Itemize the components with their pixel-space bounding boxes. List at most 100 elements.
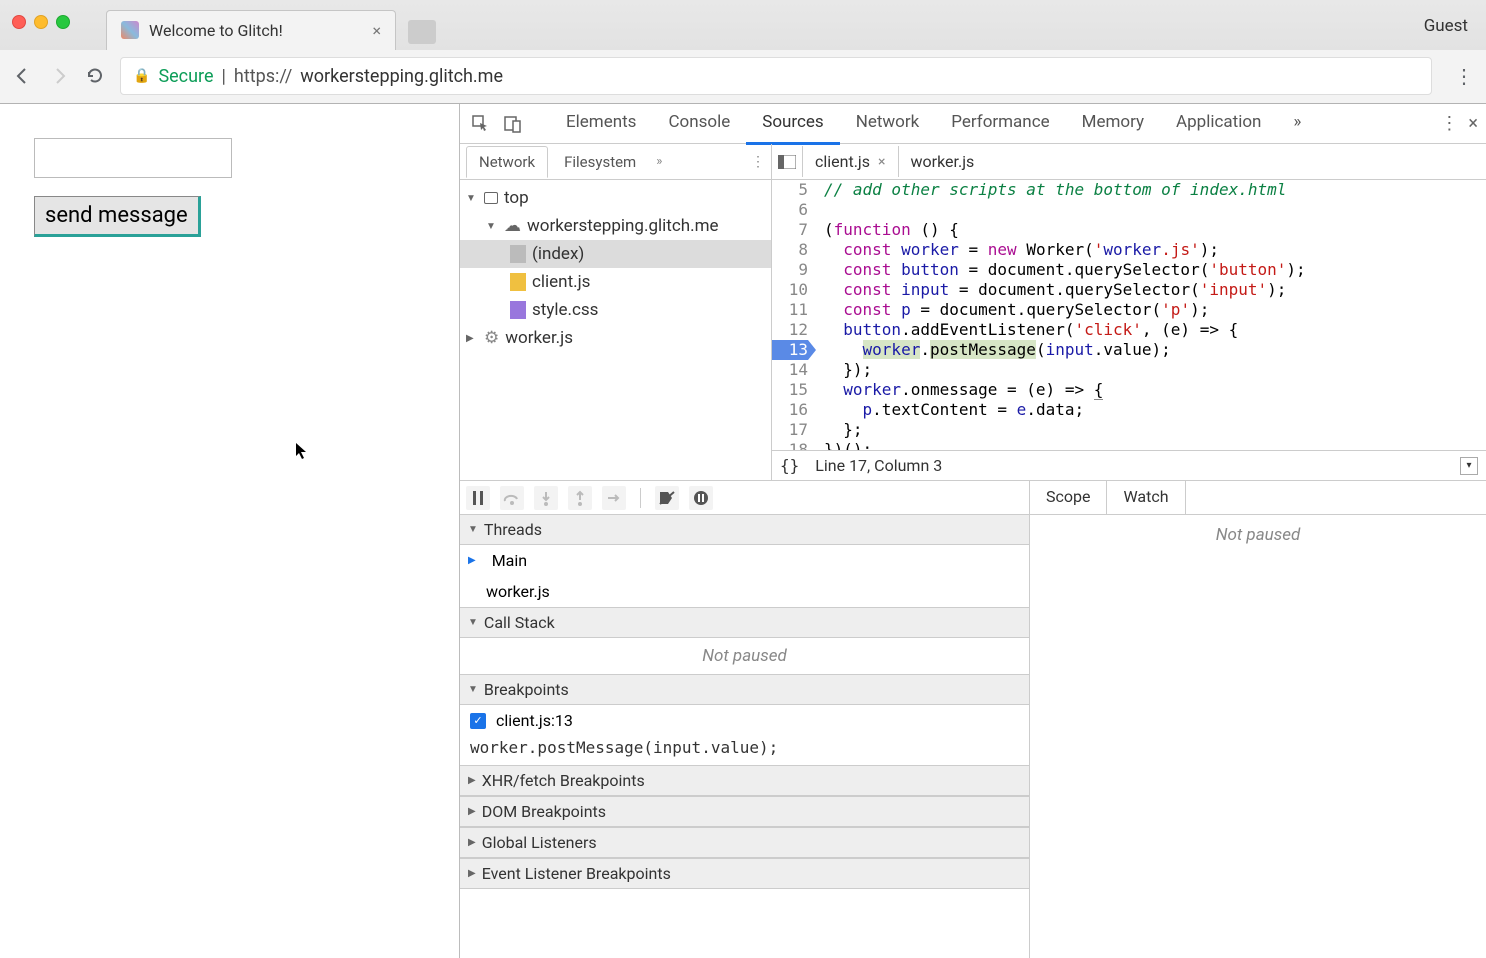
debugger-pane: ▼ Threads Main worker.js ▼ Call Stack No… xyxy=(460,480,1486,958)
minimize-window-icon[interactable] xyxy=(34,15,48,29)
breakpoint-item[interactable]: ✓ client.js:13 xyxy=(460,705,1029,736)
devtools-close-icon[interactable]: × xyxy=(1468,113,1478,134)
tab-elements[interactable]: Elements xyxy=(550,102,652,145)
tab-watch[interactable]: Watch xyxy=(1107,481,1185,514)
coverage-icon[interactable]: ▾ xyxy=(1460,457,1478,475)
dom-breakpoints-header[interactable]: ▶ DOM Breakpoints xyxy=(460,796,1029,827)
more-nav-icon[interactable]: » xyxy=(656,154,662,169)
thread-worker[interactable]: worker.js xyxy=(460,576,1029,607)
breakpoint-location: client.js:13 xyxy=(496,711,573,730)
new-tab-button[interactable] xyxy=(408,20,436,44)
cloud-icon: ☁ xyxy=(504,216,521,236)
tab-application[interactable]: Application xyxy=(1160,102,1277,145)
editor-status-bar: {} Line 17, Column 3 ▾ xyxy=(772,450,1486,480)
close-tab-icon[interactable]: × xyxy=(878,154,885,170)
tab-console[interactable]: Console xyxy=(652,102,746,145)
tree-file-stylecss[interactable]: style.css xyxy=(460,296,771,324)
window-controls xyxy=(12,15,70,29)
browser-chrome: Welcome to Glitch! × Guest 🔒 Secure | ht… xyxy=(0,0,1486,104)
devtools-panel: Elements Console Sources Network Perform… xyxy=(460,104,1486,958)
scope-body: Not paused xyxy=(1030,515,1486,958)
caret-right-icon: ▶ xyxy=(468,837,476,848)
navigator-tabs: Network Filesystem » ⋮ xyxy=(460,144,771,180)
tab-sources[interactable]: Sources xyxy=(746,102,839,145)
send-message-button[interactable]: send message xyxy=(34,196,201,237)
tree-domain[interactable]: ▼ ☁ workerstepping.glitch.me xyxy=(460,212,771,240)
gear-icon: ⚙ xyxy=(484,328,499,348)
tree-label: style.css xyxy=(532,300,598,320)
section-label: Event Listener Breakpoints xyxy=(482,864,671,883)
scope-not-paused: Not paused xyxy=(1216,525,1301,545)
pause-on-exceptions-button[interactable] xyxy=(689,486,713,510)
caret-down-icon: ▼ xyxy=(466,193,478,204)
navigator-tab-network[interactable]: Network xyxy=(466,146,548,178)
caret-right-icon: ▶ xyxy=(468,868,476,879)
section-label: Global Listeners xyxy=(482,833,597,852)
tab-network[interactable]: Network xyxy=(840,102,936,145)
toggle-navigator-icon[interactable] xyxy=(772,155,802,169)
tree-worker[interactable]: ▶ ⚙ worker.js xyxy=(460,324,771,352)
device-toolbar-icon[interactable] xyxy=(500,111,526,137)
xhr-breakpoints-header[interactable]: ▶ XHR/fetch Breakpoints xyxy=(460,765,1029,796)
pause-button[interactable] xyxy=(466,486,490,510)
tab-strip: Welcome to Glitch! × Guest xyxy=(0,0,1486,50)
caret-right-icon: ▶ xyxy=(468,775,476,786)
code-content[interactable]: // add other scripts at the bottom of in… xyxy=(814,180,1486,450)
address-bar[interactable]: 🔒 Secure | https://workerstepping.glitch… xyxy=(120,57,1432,95)
url-protocol: https:// xyxy=(234,66,292,87)
tab-close-icon[interactable]: × xyxy=(372,21,381,40)
thread-main[interactable]: Main xyxy=(460,545,1029,576)
line-gutter[interactable]: 56789101112131415161718 xyxy=(772,180,814,450)
browser-menu-icon[interactable]: ⋮ xyxy=(1454,64,1474,88)
cursor-position: Line 17, Column 3 xyxy=(815,456,942,475)
global-listeners-header[interactable]: ▶ Global Listeners xyxy=(460,827,1029,858)
more-tabs-icon[interactable]: » xyxy=(1277,102,1317,145)
reload-button[interactable] xyxy=(84,65,106,87)
editor-tab-clientjs[interactable]: client.js × xyxy=(802,146,899,177)
caret-down-icon: ▼ xyxy=(468,684,478,695)
section-label: Breakpoints xyxy=(484,680,569,699)
tab-memory[interactable]: Memory xyxy=(1066,102,1160,145)
editor-tab-label: worker.js xyxy=(911,152,975,171)
separator xyxy=(640,488,641,508)
breakpoint-checkbox[interactable]: ✓ xyxy=(470,713,486,729)
scope-watch-pane: Scope Watch Not paused xyxy=(1030,481,1486,958)
js-file-icon xyxy=(510,273,526,291)
section-label: Threads xyxy=(484,520,542,539)
tree-label: top xyxy=(504,188,529,208)
deactivate-breakpoints-button[interactable] xyxy=(655,486,679,510)
step-button xyxy=(602,486,626,510)
code-editor[interactable]: 56789101112131415161718 // add other scr… xyxy=(772,180,1486,450)
tree-file-clientjs[interactable]: client.js xyxy=(460,268,771,296)
editor-tab-label: client.js xyxy=(815,152,870,171)
event-listener-breakpoints-header[interactable]: ▶ Event Listener Breakpoints xyxy=(460,858,1029,889)
url-host: workerstepping.glitch.me xyxy=(300,66,503,87)
step-into-button xyxy=(534,486,558,510)
step-over-button xyxy=(500,486,524,510)
navigator-menu-icon[interactable]: ⋮ xyxy=(751,154,765,170)
tab-title: Welcome to Glitch! xyxy=(149,21,283,40)
message-input[interactable] xyxy=(34,138,232,178)
debugger-left: ▼ Threads Main worker.js ▼ Call Stack No… xyxy=(460,481,1030,958)
threads-header[interactable]: ▼ Threads xyxy=(460,515,1029,545)
browser-tab[interactable]: Welcome to Glitch! × xyxy=(106,10,396,50)
back-button[interactable] xyxy=(12,65,34,87)
tree-file-index[interactable]: (index) xyxy=(460,240,771,268)
toolbar: 🔒 Secure | https://workerstepping.glitch… xyxy=(0,50,1486,103)
tree-top[interactable]: ▼ top xyxy=(460,184,771,212)
pretty-print-icon[interactable]: {} xyxy=(780,456,799,475)
close-window-icon[interactable] xyxy=(12,15,26,29)
maximize-window-icon[interactable] xyxy=(56,15,70,29)
navigator-tab-filesystem[interactable]: Filesystem xyxy=(552,147,648,177)
callstack-header[interactable]: ▼ Call Stack xyxy=(460,607,1029,638)
devtools-tabs: Elements Console Sources Network Perform… xyxy=(550,102,1434,145)
inspect-element-icon[interactable] xyxy=(468,111,494,137)
profile-label[interactable]: Guest xyxy=(1424,16,1468,36)
caret-down-icon: ▼ xyxy=(468,617,478,628)
tab-scope[interactable]: Scope xyxy=(1030,481,1107,514)
editor-tab-workerjs[interactable]: worker.js xyxy=(899,146,987,177)
devtools-menu-icon[interactable]: ⋮ xyxy=(1440,113,1458,134)
tab-performance[interactable]: Performance xyxy=(935,102,1065,145)
breakpoints-header[interactable]: ▼ Breakpoints xyxy=(460,674,1029,705)
secure-label: Secure xyxy=(158,66,213,87)
